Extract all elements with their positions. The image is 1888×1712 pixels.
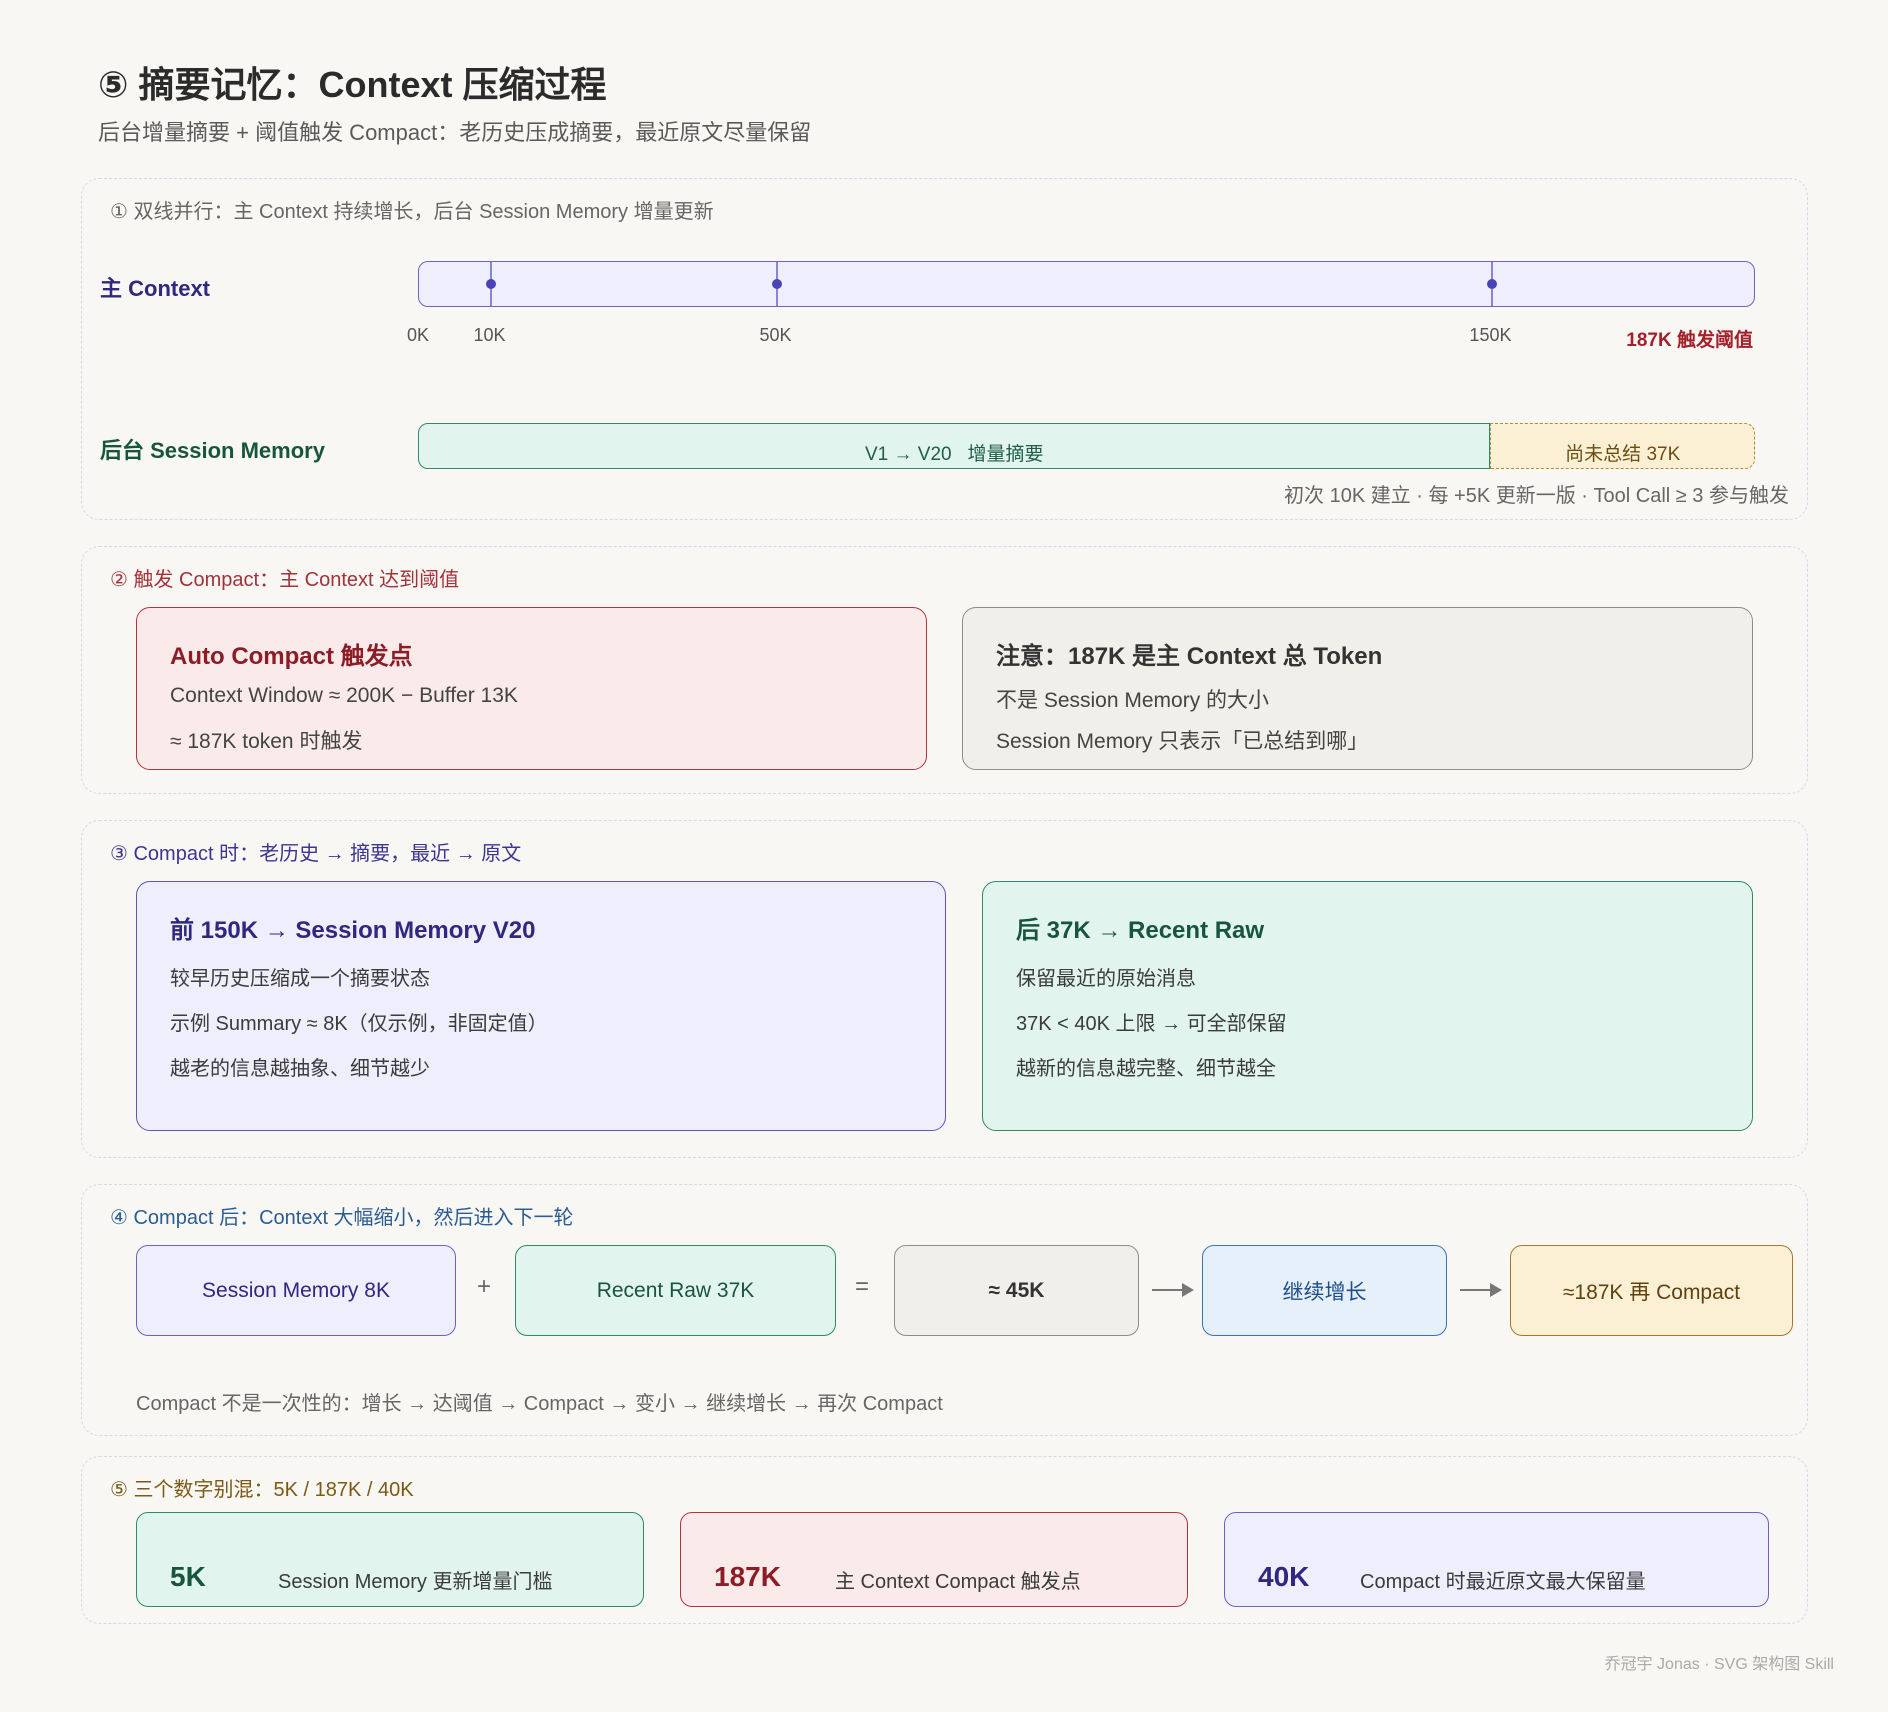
attention-line: Session Memory 只表示「已总结到哪」 bbox=[996, 730, 1369, 753]
attention-line: 不是 Session Memory 的大小 bbox=[996, 689, 1270, 712]
arrow-right-icon bbox=[1152, 1283, 1194, 1297]
section-5-label: ⑤ 三个数字别混：5K / 187K / 40K bbox=[110, 1479, 414, 1501]
threshold-label: 187K 触发阈值 bbox=[1626, 330, 1753, 351]
old-history-title: 前 150K → Session Memory V20 bbox=[170, 917, 536, 944]
auto-compact-card: Auto Compact 触发点 Context Window ≈ 200K −… bbox=[136, 607, 927, 770]
section-after-compact: ④ Compact 后：Context 大幅缩小，然后进入下一轮 Session… bbox=[81, 1184, 1808, 1436]
number-card-187k: 187K 主 Context Compact 触发点 bbox=[680, 1512, 1188, 1607]
section-three-numbers: ⑤ 三个数字别混：5K / 187K / 40K 5K Session Memo… bbox=[81, 1456, 1808, 1624]
attention-card: 注意：187K 是主 Context 总 Token 不是 Session Me… bbox=[962, 607, 1753, 770]
number-desc: Session Memory 更新增量门槛 bbox=[278, 1571, 553, 1593]
flow-keep-growing: 继续增长 bbox=[1202, 1245, 1447, 1336]
flow-session-memory: Session Memory 8K bbox=[136, 1245, 456, 1336]
section-dual-track: ① 双线并行：主 Context 持续增长，后台 Session Memory … bbox=[81, 178, 1808, 520]
footer-credit: 乔冠宇 Jonas · SVG 架构图 Skill bbox=[1604, 1656, 1834, 1673]
tick-label: 0K bbox=[406, 325, 430, 345]
plus-sign: + bbox=[477, 1273, 492, 1300]
section-1-label: ① 双线并行：主 Context 持续增长，后台 Session Memory … bbox=[110, 201, 714, 223]
tick-dot bbox=[772, 279, 783, 289]
auto-compact-line: Context Window ≈ 200K − Buffer 13K bbox=[170, 684, 518, 707]
recent-raw-title: 后 37K → Recent Raw bbox=[1016, 917, 1265, 944]
flow-recent-raw: Recent Raw 37K bbox=[515, 1245, 836, 1336]
recent-raw-line: 保留最近的原始消息 bbox=[1016, 968, 1196, 990]
flow-compact-again: ≈187K 再 Compact bbox=[1510, 1245, 1793, 1336]
session-memory-summarized-bar: V1 → V20 增量摘要 bbox=[418, 423, 1491, 469]
number-value: 40K bbox=[1258, 1561, 1310, 1592]
page-subtitle: 后台增量摘要 + 阈值触发 Compact：老历史压成摘要，最近原文尽量保留 bbox=[98, 120, 812, 145]
old-history-line: 越老的信息越抽象、细节越少 bbox=[170, 1058, 430, 1080]
section-compact-process: ③ Compact 时：老历史 → 摘要，最近 → 原文 前 150K → Se… bbox=[81, 820, 1808, 1158]
tick-dot bbox=[1487, 279, 1498, 289]
session-memory-note: 初次 10K 建立 · 每 +5K 更新一版 · Tool Call ≥ 3 参… bbox=[1284, 485, 1789, 507]
auto-compact-title: Auto Compact 触发点 bbox=[170, 643, 413, 670]
section-trigger: ② 触发 Compact：主 Context 达到阈值 Auto Compact… bbox=[81, 546, 1808, 794]
tick-label: 50K bbox=[759, 325, 792, 345]
old-history-line: 示例 Summary ≈ 8K（仅示例，非固定值） bbox=[170, 1013, 548, 1035]
main-context-track bbox=[418, 261, 1755, 307]
number-card-5k: 5K Session Memory 更新增量门槛 bbox=[136, 1512, 644, 1607]
number-value: 5K bbox=[170, 1561, 206, 1592]
auto-compact-line: ≈ 187K token 时触发 bbox=[170, 730, 363, 753]
compact-cycle-note: Compact 不是一次性的：增长 → 达阈值 → Compact → 变小 →… bbox=[136, 1393, 943, 1415]
number-value: 187K bbox=[714, 1561, 781, 1592]
session-memory-label: 后台 Session Memory bbox=[100, 438, 325, 463]
page-title: ⑤ 摘要记忆：Context 压缩过程 bbox=[98, 64, 607, 105]
section-3-label: ③ Compact 时：老历史 → 摘要，最近 → 原文 bbox=[110, 843, 522, 865]
recent-raw-line: 越新的信息越完整、细节越全 bbox=[1016, 1058, 1276, 1080]
section-4-label: ④ Compact 后：Context 大幅缩小，然后进入下一轮 bbox=[110, 1207, 574, 1229]
tick-label: 10K bbox=[473, 325, 506, 345]
section-2-label: ② 触发 Compact：主 Context 达到阈值 bbox=[110, 569, 460, 591]
recent-raw-line: 37K < 40K 上限 → 可全部保留 bbox=[1016, 1013, 1287, 1035]
old-history-card: 前 150K → Session Memory V20 较早历史压缩成一个摘要状… bbox=[136, 881, 946, 1131]
number-desc: Compact 时最近原文最大保留量 bbox=[1360, 1571, 1646, 1593]
equals-sign: = bbox=[855, 1273, 870, 1300]
arrow-right-icon bbox=[1460, 1283, 1502, 1297]
session-memory-pending-bar: 尚未总结 37K bbox=[1490, 423, 1755, 469]
tick-dot bbox=[486, 279, 497, 289]
number-desc: 主 Context Compact 触发点 bbox=[835, 1571, 1081, 1593]
number-card-40k: 40K Compact 时最近原文最大保留量 bbox=[1224, 1512, 1769, 1607]
main-context-label: 主 Context bbox=[100, 276, 211, 301]
flow-total: ≈ 45K bbox=[894, 1245, 1139, 1336]
recent-raw-card: 后 37K → Recent Raw 保留最近的原始消息 37K < 40K 上… bbox=[982, 881, 1753, 1131]
tick-label: 150K bbox=[1469, 325, 1512, 345]
attention-title: 注意：187K 是主 Context 总 Token bbox=[996, 643, 1383, 670]
old-history-line: 较早历史压缩成一个摘要状态 bbox=[170, 968, 430, 990]
